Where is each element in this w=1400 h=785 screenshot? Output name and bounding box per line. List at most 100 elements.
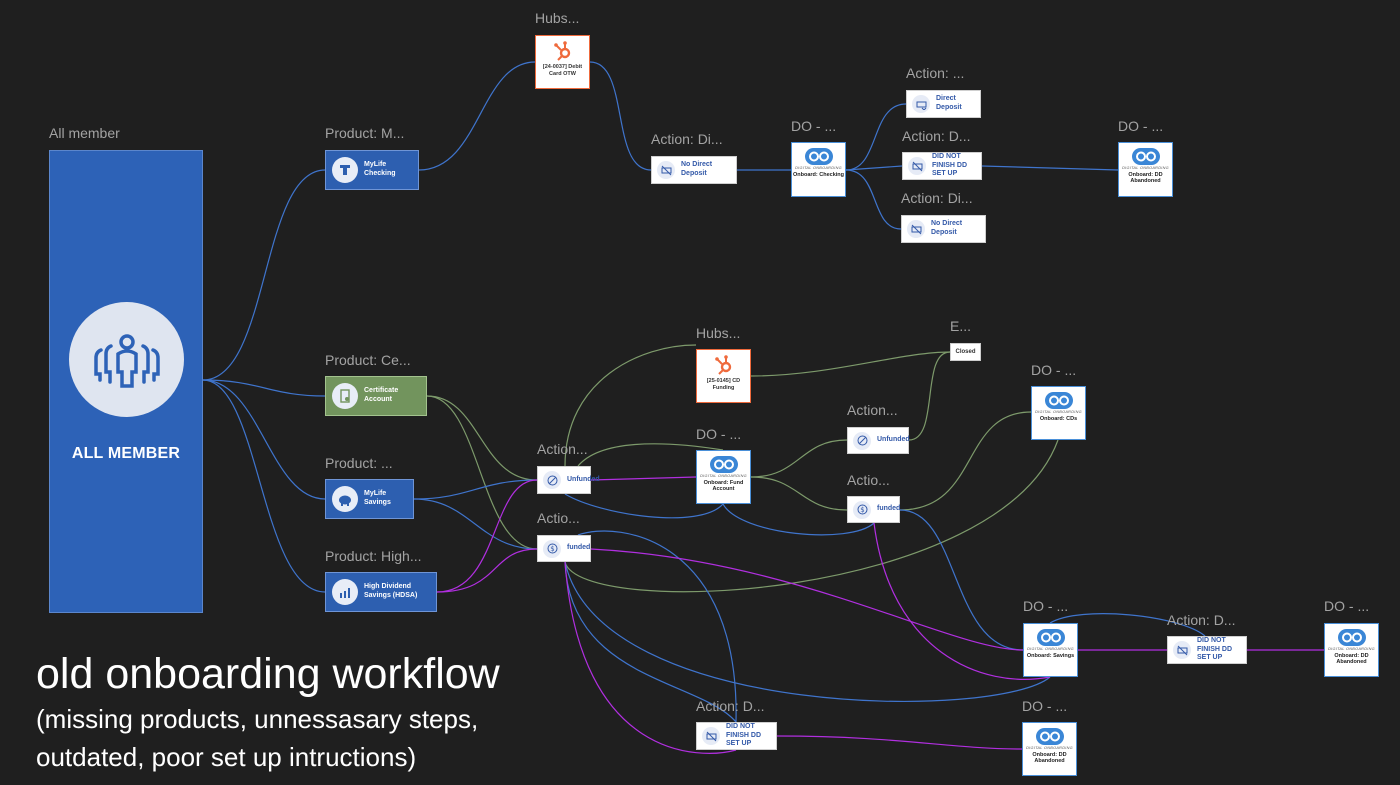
edge-fund1-docds (564, 439, 1059, 593)
edge-dofund-fund2 (750, 476, 848, 511)
unfunded-node-1[interactable]: Unfunded (537, 466, 600, 494)
label-action-di-1: Action: Di... (651, 131, 723, 147)
dnf-dd-node-2[interactable]: DID NOT FINISH DD SET UP (1167, 636, 1247, 664)
edge-root-hdsa (202, 379, 326, 593)
root-label: All member (49, 125, 120, 141)
unfunded-text-1: Unfunded (567, 475, 600, 483)
do-savings-node[interactable]: DIGITAL ONBOARDING Onboard: Savings (1023, 623, 1078, 677)
dnf-dd-node-3[interactable]: DID NOT FINISH DD SET UP (696, 722, 777, 750)
edge-root-savings (202, 379, 326, 500)
do-fund-account-node[interactable]: DIGITAL ONBOARDING Onboard: Fund Account (696, 450, 751, 504)
hubspot-icon (553, 41, 570, 61)
digital-onboarding-logo (1337, 629, 1366, 646)
label-hubs-1: Hubs... (535, 10, 580, 26)
direct-deposit-node[interactable]: Direct Deposit (906, 90, 981, 118)
do-abandoned-node-1[interactable]: DIGITAL ONBOARDING Onboard: DD Abandoned (1118, 142, 1173, 197)
do-abandoned-node-2[interactable]: DIGITAL ONBOARDING Onboard: DD Abandoned (1324, 623, 1379, 677)
certificate-icon (332, 383, 358, 409)
edge-root-cert (202, 379, 326, 397)
unfunded-text-2: Unfunded (877, 436, 910, 444)
product-certificate-text: Certificate Account (364, 387, 399, 403)
product-hdsa-text: High Dividend Savings (HDSA) (364, 583, 418, 599)
edge-hdsa-fund1 (436, 548, 538, 593)
funded-text-1: funded (567, 544, 591, 552)
no-direct-deposit-node-2[interactable]: No Direct Deposit (901, 215, 986, 243)
do-abandoned-text-2: Onboard: DD Abandoned (1334, 653, 1369, 666)
edge-root-checking (202, 169, 326, 381)
label-e: E... (950, 318, 972, 334)
product-certificate-node[interactable]: Certificate Account (325, 376, 427, 416)
do-cds-text: Onboard: CDs (1039, 416, 1078, 422)
no-deposit-icon (702, 727, 720, 745)
edge-do1-nodd2 (845, 169, 902, 230)
edge-sav-unf1 (413, 479, 538, 500)
closed-node[interactable]: Closed (950, 343, 981, 361)
edge-fund1-dosav (564, 561, 1051, 703)
svg-text:$: $ (550, 545, 554, 553)
edge-unf1-dofund-p (590, 476, 697, 481)
no-dollar-icon (543, 471, 561, 489)
hubspot-node-1-text: [24-0037] Debit Card OTW (542, 64, 583, 77)
funded-node-2[interactable]: $ funded (847, 496, 900, 523)
funded-node-1[interactable]: $ funded (537, 535, 591, 562)
root-title: ALL MEMBER (71, 445, 181, 462)
dnf-dd-text-1: DID NOT FINISH DD SET UP (932, 152, 967, 178)
no-deposit-icon (657, 161, 675, 179)
chart-growth-icon (332, 579, 358, 605)
do-abandoned-text-3: Onboard: DD Abandoned (1032, 752, 1067, 765)
do-tagline: DIGITAL ONBOARDING (1026, 746, 1073, 750)
label-do-sav: DO - ... (1023, 598, 1069, 614)
product-savings-text: MyLife Savings (364, 490, 391, 506)
edge-do1-dnf (845, 165, 903, 171)
edge-hub1-nodd (589, 61, 652, 171)
dnf-dd-node-1[interactable]: DID NOT FINISH DD SET UP (902, 152, 982, 180)
label-action-fund-1: Actio... (537, 510, 580, 526)
dnf-dd-text-2: DID NOT FINISH DD SET UP (1197, 636, 1232, 662)
unfunded-node-2[interactable]: Unfunded (847, 427, 910, 454)
edge-checking-hub1 (418, 61, 536, 171)
no-deposit-icon (908, 157, 926, 175)
edge-cert-fund1 (426, 395, 538, 550)
digital-onboarding-logo (1035, 728, 1064, 745)
label-product-cert: Product: Ce... (325, 352, 411, 368)
hubspot-node-1[interactable]: [24-0037] Debit Card OTW (535, 35, 590, 89)
edge-do1-dd (845, 103, 907, 171)
dollar-icon: $ (853, 500, 871, 519)
people-group-icon (69, 302, 184, 417)
do-abandoned-text-1: Onboard: DD Abandoned (1128, 172, 1163, 185)
label-do-abd-2: DO - ... (1324, 598, 1370, 614)
no-deposit-icon (1173, 641, 1191, 659)
piggy-bank-icon (332, 486, 358, 512)
product-hdsa-node[interactable]: High Dividend Savings (HDSA) (325, 572, 437, 612)
hubspot-node-2[interactable]: [25-0145] CD Funding (696, 349, 751, 403)
do-tagline: DIGITAL ONBOARDING (1027, 647, 1074, 651)
digital-onboarding-logo (804, 148, 833, 165)
product-checking-text: MyLife Checking (364, 161, 396, 177)
do-abandoned-node-3[interactable]: DIGITAL ONBOARDING Onboard: DD Abandoned (1022, 722, 1077, 776)
do-checking-node[interactable]: DIGITAL ONBOARDING Onboard: Checking (791, 142, 846, 197)
svg-text:$: $ (860, 506, 864, 514)
label-action-fund-2: Actio... (847, 472, 890, 488)
edge-sav-fund1 (413, 498, 538, 550)
do-fund-text: Onboard: Fund Account (703, 480, 744, 493)
do-tagline: DIGITAL ONBOARDING (700, 474, 747, 478)
edge-fund2-dosav (899, 509, 1024, 651)
edge-unf2-closed (908, 351, 951, 441)
product-savings-node[interactable]: MyLife Savings (325, 479, 414, 519)
do-savings-text: Onboard: Savings (1026, 653, 1075, 659)
no-direct-deposit-text-2: No Direct Deposit (931, 220, 963, 236)
edge-fund1-dosav-p (590, 548, 1024, 651)
dollar-icon: $ (543, 539, 561, 558)
no-direct-deposit-node-1[interactable]: No Direct Deposit (651, 156, 737, 184)
digital-onboarding-logo (1131, 148, 1160, 165)
no-deposit-icon (907, 220, 925, 238)
do-cds-node[interactable]: DIGITAL ONBOARDING Onboard: CDs (1031, 386, 1086, 440)
direct-deposit-text: Direct Deposit (936, 95, 962, 111)
slide-subtitle-line-1: (missing products, unnessasary steps, (36, 704, 479, 734)
all-member-node[interactable]: ALL MEMBER (49, 150, 203, 613)
label-action-di-2: Action: Di... (901, 190, 973, 206)
label-product-checking: Product: M... (325, 125, 405, 141)
label-do-cds: DO - ... (1031, 362, 1077, 378)
product-checking-node[interactable]: MyLife Checking (325, 150, 419, 190)
label-action-top: Action: ... (906, 65, 965, 81)
